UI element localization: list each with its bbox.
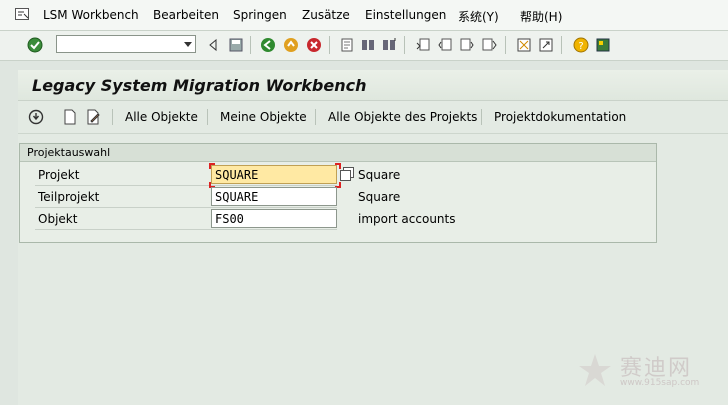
toolbar-separator [315,109,316,125]
menu-bar: LSM Workbench Bearbeiten Springen Zusätz… [0,0,728,31]
toolbar-separator [207,109,208,125]
watermark-logo [579,354,611,386]
svg-text:?: ? [578,41,583,52]
enter-check-icon[interactable] [27,37,43,53]
execute-icon[interactable] [28,109,44,125]
project-label: Projekt [38,168,80,182]
subproject-description: Square [358,190,401,204]
menu-lsm-workbench[interactable]: LSM Workbench [43,8,139,22]
toolbar-separator [505,36,506,54]
standard-toolbar: ? [0,31,728,61]
menu-einstellungen[interactable]: Einstellungen [365,8,446,22]
last-page-icon[interactable] [481,37,497,53]
menu-help[interactable]: 帮助(H) [520,8,562,25]
object-description: import accounts [358,212,456,226]
toolbar-separator [481,109,482,125]
row-divider [35,185,337,186]
row-divider [35,229,337,230]
menu-system[interactable]: 系统(Y) [458,8,499,25]
next-page-icon[interactable] [459,37,475,53]
page-title: Legacy System Migration Workbench [32,76,367,95]
focus-corner [209,163,215,169]
command-field[interactable] [56,35,196,53]
all-project-objects-button[interactable]: Alle Objekte des Projekts [328,110,477,124]
group-header: Projektauswahl [20,144,656,162]
project-field[interactable]: SQUARE [211,165,337,184]
customize-layout-icon[interactable] [595,37,611,53]
change-icon[interactable] [85,109,101,125]
subproject-label: Teilprojekt [38,190,100,204]
print-icon[interactable] [339,37,355,53]
toolbar-separator [561,36,562,54]
application-toolbar: Alle Objekte Meine Objekte Alle Objekte … [18,101,728,134]
collapse-left-icon[interactable] [205,37,221,53]
find-next-icon[interactable] [381,37,397,53]
dropdown-arrow-icon[interactable] [184,42,192,47]
menu-springen[interactable]: Springen [233,8,287,22]
cancel-icon[interactable] [306,37,322,53]
toolbar-separator [329,36,330,54]
subproject-field[interactable]: SQUARE [211,187,337,206]
toolbar-separator [404,36,405,54]
object-label: Objekt [38,212,78,226]
my-objects-button[interactable]: Meine Objekte [220,110,307,124]
find-icon[interactable] [360,37,376,53]
value-help-icon[interactable] [340,167,354,181]
watermark-url: www.915sap.com [620,378,700,388]
new-session-icon[interactable] [516,37,532,53]
help-icon[interactable]: ? [573,37,589,53]
exit-icon[interactable] [283,37,299,53]
object-field[interactable]: FS00 [211,209,337,228]
project-documentation-button[interactable]: Projektdokumentation [494,110,626,124]
row-divider [35,207,337,208]
first-page-icon[interactable] [415,37,431,53]
menu-zusaetze[interactable]: Zusätze [302,8,350,22]
menu-bearbeiten[interactable]: Bearbeiten [153,8,219,22]
save-icon[interactable] [228,37,244,53]
toolbar-separator [250,36,251,54]
system-menu-icon[interactable] [15,8,29,20]
group-title: Projektauswahl [27,146,111,159]
shortcut-icon[interactable] [538,37,554,53]
toolbar-separator [112,109,113,125]
back-icon[interactable] [260,37,276,53]
project-description: Square [358,168,401,182]
previous-page-icon[interactable] [437,37,453,53]
title-bar: Legacy System Migration Workbench [18,70,728,101]
project-selection-group: Projektauswahl [19,143,657,243]
create-icon[interactable] [62,109,78,125]
all-objects-button[interactable]: Alle Objekte [125,110,198,124]
